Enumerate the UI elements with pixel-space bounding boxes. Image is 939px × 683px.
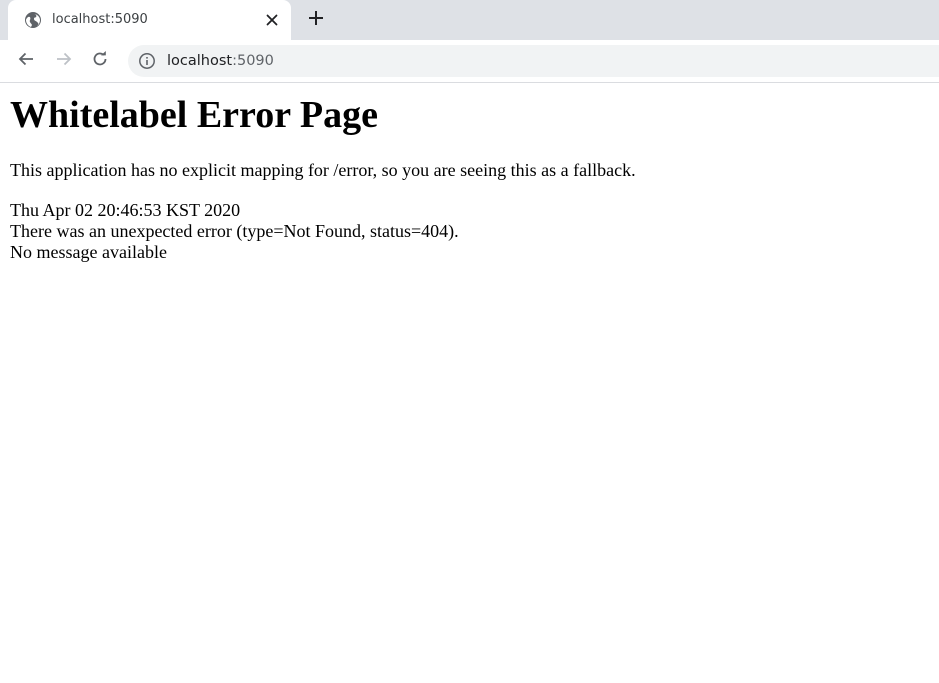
error-message: No message available [10,242,167,262]
url-port: :5090 [232,53,274,69]
tab-title: localhost:5090 [52,12,148,27]
page-content: Whitelabel Error Page This application h… [0,83,939,683]
new-tab-button[interactable] [304,8,328,32]
close-icon[interactable] [263,11,281,29]
plus-icon [308,10,324,31]
reload-icon [91,50,109,73]
forward-button[interactable] [52,49,76,73]
back-button[interactable] [14,49,38,73]
browser-tab[interactable]: localhost:5090 [8,0,291,40]
reload-button[interactable] [88,49,112,73]
error-type: There was an unexpected error (type=Not … [10,221,459,241]
forward-arrow-icon [55,50,73,73]
browser-toolbar: localhost:5090 [0,40,939,83]
info-icon[interactable] [138,52,156,70]
globe-icon [24,11,42,29]
fallback-message: This application has no explicit mapping… [10,160,636,180]
browser-window: localhost:5090 localhost:5090 Whitelabel… [0,0,939,683]
page-title: Whitelabel Error Page [10,94,378,136]
address-bar[interactable]: localhost:5090 [128,45,939,77]
tab-strip: localhost:5090 [0,0,939,40]
back-arrow-icon [17,50,35,73]
error-timestamp: Thu Apr 02 20:46:53 KST 2020 [10,200,241,220]
url-host: localhost [167,53,233,69]
url-text[interactable]: localhost:5090 [167,52,274,70]
